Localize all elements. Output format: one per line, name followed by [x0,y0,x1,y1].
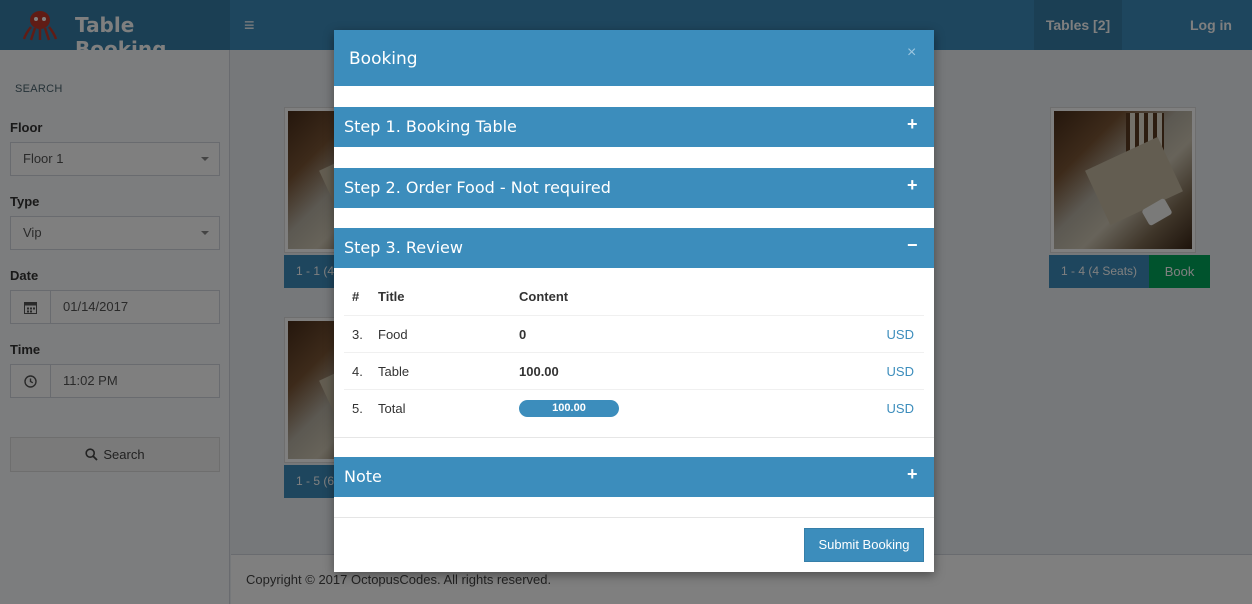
step-1-header[interactable]: Step 1. Booking Table + [334,107,934,147]
table-header-row: # Title Content [344,278,924,315]
step-2-header[interactable]: Step 2. Order Food - Not required + [334,168,934,208]
row-currency: USD [886,327,914,342]
table-row: 5. Total 100.00 USD [344,389,924,426]
step-2-label: Step 2. Order Food - Not required [344,178,611,197]
row-number: 5. [352,401,363,416]
row-title: Food [378,327,408,342]
step-3-header[interactable]: Step 3. Review − [334,228,934,268]
total-badge: 100.00 [519,400,619,417]
note-label: Note [344,467,382,486]
row-number: 3. [352,327,363,342]
row-content: 100.00 [519,364,559,379]
note-header[interactable]: Note + [334,457,934,497]
step-1-label: Step 1. Booking Table [344,117,517,136]
row-currency: USD [886,401,914,416]
modal-header: Booking × [334,30,934,86]
expand-icon[interactable]: + [907,175,918,196]
step-3-label: Step 3. Review [344,238,463,257]
submit-booking-button[interactable]: Submit Booking [804,528,924,562]
row-number: 4. [352,364,363,379]
row-currency: USD [886,364,914,379]
row-title: Table [378,364,410,379]
expand-icon[interactable]: + [907,114,918,135]
close-icon[interactable]: × [907,44,916,62]
collapse-icon[interactable]: − [907,235,918,256]
review-divider [334,437,934,438]
column-header: Content [519,289,569,304]
column-header: Title [378,289,405,304]
column-header: # [352,289,360,304]
modal-footer-divider [334,517,934,518]
row-title: Total [378,401,406,416]
row-content: 0 [519,327,527,342]
table-row: 3. Food 0 USD [344,315,924,352]
table-row: 4. Table 100.00 USD [344,352,924,389]
modal-title: Booking [349,49,418,69]
expand-icon[interactable]: + [907,464,918,485]
booking-modal: Booking × Step 1. Booking Table + Step 2… [334,30,934,572]
